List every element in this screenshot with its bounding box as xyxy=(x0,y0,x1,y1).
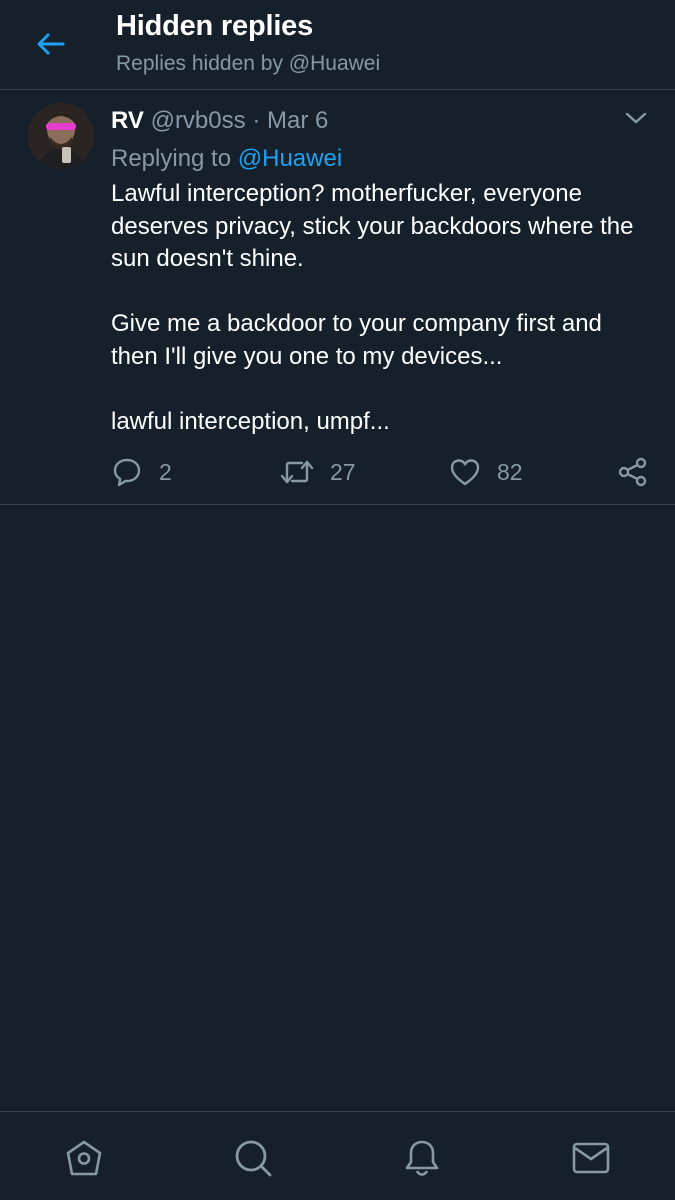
tweet-header: RV @rvb0ss · Mar 6 xyxy=(111,107,328,135)
author-handle[interactable]: @rvb0ss xyxy=(151,107,246,134)
share-button[interactable] xyxy=(618,452,648,492)
top-header: Hidden replies Replies hidden by @Huawei xyxy=(0,0,675,90)
chevron-down-icon xyxy=(625,112,647,124)
nav-search[interactable] xyxy=(231,1136,275,1180)
avatar[interactable] xyxy=(28,103,94,169)
page-subtitle: Replies hidden by @Huawei xyxy=(116,52,381,75)
more-options-button[interactable] xyxy=(622,108,650,128)
home-icon xyxy=(66,1140,102,1176)
retweet-count: 27 xyxy=(330,458,356,485)
like-count: 82 xyxy=(497,458,523,485)
avatar-image xyxy=(28,103,94,169)
author-name[interactable]: RV xyxy=(111,107,144,134)
reply-button[interactable]: 2 xyxy=(111,452,172,492)
like-button[interactable]: 82 xyxy=(449,452,523,492)
heart-icon xyxy=(450,459,480,486)
retweet-icon xyxy=(280,460,314,484)
nav-home[interactable] xyxy=(62,1136,106,1180)
tweet-actions: 2 27 82 xyxy=(0,452,675,492)
bell-icon xyxy=(405,1140,439,1176)
reply-count: 2 xyxy=(159,458,172,485)
tweet-paragraph: Lawful interception? motherfucker, every… xyxy=(111,180,634,272)
bottom-navigation xyxy=(0,1111,675,1200)
nav-messages[interactable] xyxy=(569,1136,613,1180)
page-title: Hidden replies xyxy=(116,10,314,42)
nav-notifications[interactable] xyxy=(400,1136,444,1180)
back-button[interactable] xyxy=(28,24,72,64)
retweet-button[interactable]: 27 xyxy=(280,452,356,492)
tweet-paragraph: Give me a backdoor to your company first… xyxy=(111,310,602,370)
replying-to-label: Replying to xyxy=(111,145,232,172)
arrow-left-icon xyxy=(37,33,65,55)
search-icon xyxy=(235,1140,272,1177)
replying-to-mention[interactable]: @Huawei xyxy=(238,145,342,172)
share-icon xyxy=(618,457,647,487)
replying-to-line: Replying to @Huawei xyxy=(111,145,342,173)
meta-separator: · xyxy=(252,107,261,134)
envelope-icon xyxy=(572,1142,610,1174)
speech-bubble-icon xyxy=(113,458,141,487)
app-screen: Hidden replies Replies hidden by @Huawei… xyxy=(0,0,675,1200)
tweet[interactable]: RV @rvb0ss · Mar 6 Replying to @Huawei L… xyxy=(0,90,675,505)
tweet-body: Lawful interception? motherfucker, every… xyxy=(111,178,651,438)
tweet-paragraph: lawful interception, umpf... xyxy=(111,407,390,435)
tweet-date[interactable]: Mar 6 xyxy=(267,107,328,134)
